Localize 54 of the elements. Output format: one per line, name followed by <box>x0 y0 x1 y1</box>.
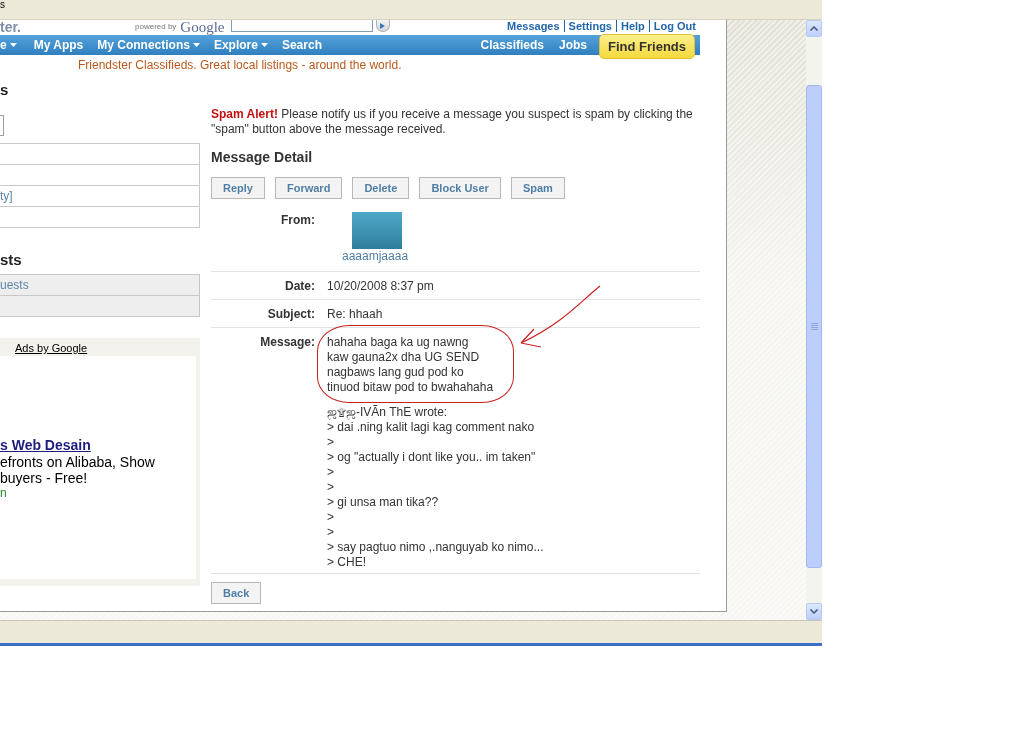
back-button[interactable]: Back <box>211 582 262 604</box>
vertical-scrollbar[interactable] <box>806 20 822 620</box>
message-text: hahaha baga ka ug nawng kaw gauna2x dha UG SEND nagbaws lang gud pod ko tinuod bitaw pod to bwahahaha <box>327 335 494 395</box>
field-value: 10/20/2008 8:37 pm <box>327 279 434 293</box>
chevron-up-icon <box>810 26 818 31</box>
ad-title-link[interactable]: s Web Desain <box>0 437 91 453</box>
photo-placeholder[interactable] <box>352 212 402 249</box>
play-icon <box>380 22 386 29</box>
nav-link[interactable]: My Connections <box>97 38 200 52</box>
nav-link[interactable]: My Apps <box>33 38 84 52</box>
nav-link[interactable]: Search <box>281 38 322 52</box>
field-label: From: <box>280 213 315 227</box>
nav-link[interactable]: e <box>0 38 17 52</box>
nav-link[interactable]: Explore <box>213 38 268 52</box>
site-logo[interactable]: ter. <box>0 20 30 34</box>
find-friends-button[interactable]: Find Friends <box>599 34 695 59</box>
list-link[interactable]: ty] <box>0 189 13 203</box>
field-value: Re: hhaah <box>327 307 383 321</box>
scrollbar-thumb[interactable] <box>806 85 822 568</box>
message-detail-heading: Message Detail <box>211 149 314 165</box>
action-button[interactable]: Block User <box>419 177 501 199</box>
ad-url[interactable]: n <box>0 486 7 500</box>
powered-by-label: powered by <box>135 22 177 32</box>
ads-label-link[interactable]: Ads by Google <box>15 342 88 354</box>
header-link[interactable]: Help <box>616 20 649 32</box>
search-provider-logo: Google <box>180 20 225 34</box>
input-field[interactable] <box>0 115 4 136</box>
action-button[interactable]: Delete <box>352 177 410 199</box>
nav-link[interactable]: Jobs <box>559 38 587 52</box>
action-button[interactable]: Spam <box>510 177 565 199</box>
section-heading: sts <box>0 252 23 267</box>
quoted-text: ஜ۩ஜ-IVÃn ThE wrote: > dai .ning kalit lagi kag comment nako > > og "actually i dont like you.. im taken" > > > gi unsa man tika?? > > > say pagtuo nimo ,.nanguyab ko nimo... > CHE! <box>327 405 544 570</box>
field-label: Subject: <box>266 307 315 321</box>
spam-alert-text: Spam Alert! Please notify us if you receive a message you suspect is spam by clicking the "spam" button above the message received. <box>211 107 694 137</box>
field-label: Message: <box>259 335 315 349</box>
grip-icon <box>810 323 818 330</box>
toolbar-text: s <box>0 0 5 9</box>
header-link[interactable]: Log Out <box>648 20 700 32</box>
search-field[interactable] <box>230 20 373 32</box>
scroll-down-button[interactable] <box>806 603 822 620</box>
list-link[interactable]: uests <box>0 278 29 292</box>
sender-link[interactable]: aaaamjaaaa <box>342 250 409 263</box>
classifieds-tagline[interactable]: Friendster Classifieds. Great local listings - around the world. <box>0 58 726 72</box>
scroll-up-button[interactable] <box>806 20 822 37</box>
action-button[interactable]: Reply <box>211 177 265 199</box>
nav-link[interactable]: Classifieds <box>480 38 544 52</box>
chevron-down-icon <box>810 609 818 614</box>
header-link[interactable]: Messages <box>503 20 564 32</box>
header-link[interactable]: Settings <box>563 20 616 32</box>
field-label: Date: <box>284 279 315 293</box>
ad-description: efronts on Alibaba, Show buyers - Free! <box>0 454 156 486</box>
search-go-button[interactable] <box>375 20 390 32</box>
section-heading: s <box>0 82 10 97</box>
action-button[interactable]: Forward <box>274 177 343 199</box>
